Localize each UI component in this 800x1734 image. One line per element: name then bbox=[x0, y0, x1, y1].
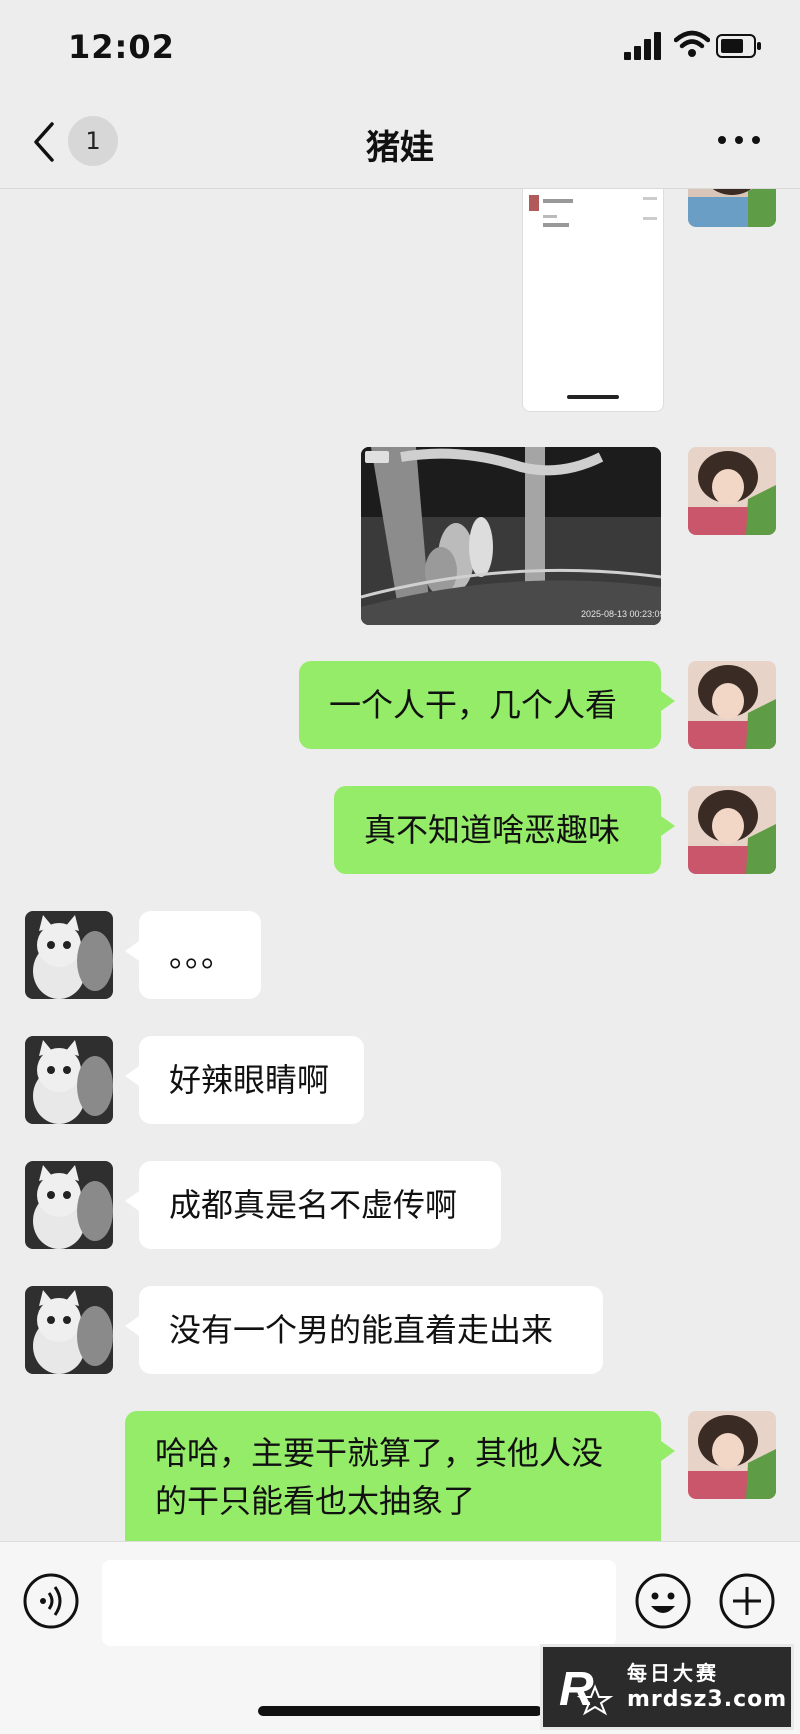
watermark-site: mrdsz3.com bbox=[627, 1687, 788, 1712]
message-text: 。。。 bbox=[169, 936, 234, 974]
message-input[interactable] bbox=[102, 1560, 616, 1646]
plus-icon[interactable] bbox=[718, 1572, 776, 1630]
signal-icon bbox=[624, 32, 661, 60]
contact-avatar[interactable] bbox=[25, 1286, 113, 1374]
watermark-logo-icon: R bbox=[559, 1663, 614, 1716]
emoji-icon[interactable] bbox=[634, 1572, 692, 1630]
contact-avatar[interactable] bbox=[25, 1036, 113, 1124]
message-bubble-received[interactable]: 没有一个男的能直着走出来 bbox=[125, 1286, 603, 1374]
camera-timestamp: 2025-08-13 00:23:09 bbox=[581, 609, 661, 619]
status-time: 12:02 bbox=[68, 28, 175, 66]
message-text: 好辣眼睛啊 bbox=[169, 1061, 330, 1099]
message-text: 成都真是名不虚传啊 bbox=[169, 1186, 458, 1224]
my-avatar[interactable] bbox=[688, 447, 776, 535]
message-bubble-received[interactable]: 好辣眼睛啊 bbox=[125, 1036, 364, 1124]
svg-text:R: R bbox=[559, 1663, 594, 1716]
message-text-line-2: 的干只能看也太抽象了 bbox=[155, 1482, 476, 1520]
image-message-camera[interactable]: 2025-08-13 00:23:09 bbox=[361, 447, 661, 625]
more-icon[interactable] bbox=[716, 132, 762, 148]
message-bubble-received[interactable]: 成都真是名不虚传啊 bbox=[125, 1161, 501, 1249]
message-text: 真不知道啥恶趣味 bbox=[364, 811, 621, 849]
my-avatar[interactable] bbox=[688, 1411, 776, 1499]
message-bubble-received[interactable]: 。。。 bbox=[125, 911, 261, 999]
camera-photo: 2025-08-13 00:23:09 bbox=[361, 447, 661, 625]
my-avatar[interactable] bbox=[688, 661, 776, 749]
wifi-icon bbox=[674, 30, 710, 57]
home-indicator bbox=[258, 1706, 542, 1716]
contact-avatar[interactable] bbox=[25, 1161, 113, 1249]
message-bubble-sent[interactable]: 一个人干，几个人看 bbox=[299, 661, 675, 749]
screenshot-thumbnail bbox=[529, 195, 657, 399]
status-bar: 12:02 bbox=[0, 0, 800, 96]
message-bubble-sent[interactable]: 真不知道啥恶趣味 bbox=[334, 786, 675, 874]
watermark-title: 每日大赛 bbox=[627, 1661, 719, 1685]
battery-icon bbox=[716, 34, 761, 58]
contact-avatar[interactable] bbox=[25, 911, 113, 999]
chat-header: 1 猪娃 bbox=[0, 96, 800, 189]
message-list[interactable]: 2025-08-13 00:23:09 一个人干，几个人看 真不知道啥恶趣味 。… bbox=[0, 189, 800, 1541]
message-text: 一个人干，几个人看 bbox=[329, 686, 618, 724]
chat-title: 猪娃 bbox=[366, 128, 434, 168]
message-text-line-1: 哈哈，主要干就算了，其他人没 bbox=[155, 1434, 604, 1472]
watermark: R 每日大赛 mrdsz3.com bbox=[540, 1644, 794, 1730]
message-text: 没有一个男的能直着走出来 bbox=[169, 1311, 554, 1349]
my-avatar[interactable] bbox=[688, 786, 776, 874]
image-message-screenshot[interactable] bbox=[522, 189, 664, 412]
my-avatar[interactable] bbox=[688, 189, 776, 227]
voice-icon[interactable] bbox=[22, 1572, 80, 1630]
message-bubble-sent[interactable]: 哈哈，主要干就算了，其他人没 的干只能看也太抽象了 bbox=[125, 1411, 675, 1541]
